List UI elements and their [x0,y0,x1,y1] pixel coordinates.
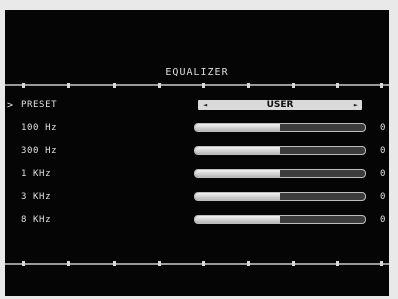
divider-tick [158,261,161,266]
selection-cursor: > [7,100,14,111]
divider-tick [336,261,339,266]
divider-tick [247,261,250,266]
slider-fill [195,124,280,131]
right-arrow-icon[interactable]: ► [354,100,358,110]
divider-tick [380,261,383,266]
slider-fill [195,147,280,154]
band-value: 0 [380,123,386,133]
preset-label: PRESET [21,100,58,110]
divider-tick [380,83,383,88]
band-row-8khz[interactable]: 8 KHz 0 [5,213,389,229]
band-slider[interactable] [194,192,366,201]
divider-tick [247,83,250,88]
divider-tick [292,261,295,266]
divider-tick [67,83,70,88]
band-slider[interactable] [194,146,366,155]
preset-row[interactable]: > PRESET ◄ USER ► [5,98,389,114]
band-value: 0 [380,215,386,225]
divider-tick [22,83,25,88]
preset-selector[interactable]: ◄ USER ► [198,100,362,110]
band-row-1khz[interactable]: 1 KHz 0 [5,167,389,183]
bottom-divider [5,263,389,265]
divider-tick [202,261,205,266]
slider-fill [195,170,280,177]
band-row-3khz[interactable]: 3 KHz 0 [5,190,389,206]
band-label: 8 KHz [21,215,52,225]
divider-tick [292,83,295,88]
menu-title: EQUALIZER [165,67,229,78]
band-slider[interactable] [194,123,366,132]
top-divider [5,84,389,86]
band-slider[interactable] [194,169,366,178]
band-value: 0 [380,192,386,202]
divider-tick [202,83,205,88]
divider-tick [336,83,339,88]
band-label: 3 KHz [21,192,52,202]
slider-fill [195,216,280,223]
band-row-100hz[interactable]: 100 Hz 0 [5,121,389,137]
divider-tick [22,261,25,266]
divider-tick [67,261,70,266]
band-label: 100 Hz [21,123,58,133]
slider-fill [195,193,280,200]
band-label: 1 KHz [21,169,52,179]
divider-tick [158,83,161,88]
divider-tick [113,83,116,88]
osd-panel: EQUALIZER > PRESET ◄ USER ► 100 Hz 0 300… [5,10,389,296]
band-row-300hz[interactable]: 300 Hz 0 [5,144,389,160]
band-slider[interactable] [194,215,366,224]
band-value: 0 [380,146,386,156]
divider-tick [113,261,116,266]
band-value: 0 [380,169,386,179]
band-label: 300 Hz [21,146,58,156]
preset-value: USER [266,100,294,110]
